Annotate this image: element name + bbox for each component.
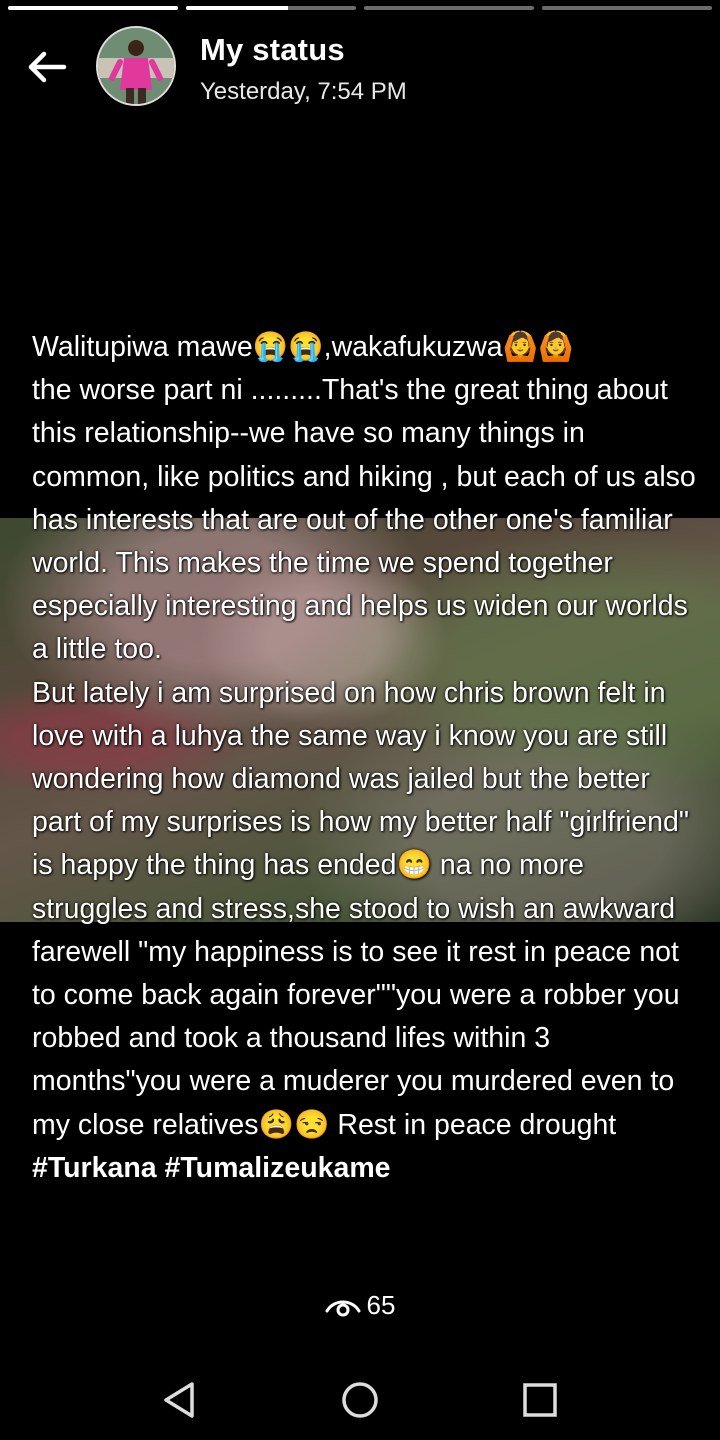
nav-back-button[interactable] xyxy=(158,1378,202,1422)
nav-recents-button[interactable] xyxy=(518,1378,562,1422)
eye-icon xyxy=(325,1300,361,1317)
progress-fill xyxy=(8,6,178,10)
person-photo xyxy=(98,28,174,104)
caption-hashtags[interactable]: #Turkana #Tumalizeukame xyxy=(32,1152,391,1184)
progress-segment xyxy=(8,6,178,10)
progress-segment xyxy=(542,6,712,10)
back-button[interactable] xyxy=(24,44,70,90)
views-indicator[interactable]: 65 xyxy=(0,1290,720,1321)
progress-segment xyxy=(364,6,534,10)
nav-home-button[interactable] xyxy=(338,1378,382,1422)
status-header: My status Yesterday, 7:54 PM xyxy=(0,26,720,108)
status-progress-bar xyxy=(8,6,712,11)
caption-text: Walitupiwa mawe😭😭,wakafukuzwa🙆🙆 the wors… xyxy=(32,331,696,1141)
status-title: My status xyxy=(200,32,345,67)
status-timestamp: Yesterday, 7:54 PM xyxy=(200,78,407,105)
circle-home-icon xyxy=(342,1382,378,1418)
arrow-left-icon xyxy=(28,51,67,83)
progress-segment xyxy=(186,6,356,10)
square-recents-icon xyxy=(523,1383,557,1417)
status-caption: Walitupiwa mawe😭😭,wakafukuzwa🙆🙆 the wors… xyxy=(32,326,696,1190)
avatar[interactable] xyxy=(96,26,176,106)
system-navigation-bar xyxy=(0,1360,720,1440)
triangle-back-icon xyxy=(164,1382,194,1418)
progress-fill xyxy=(186,6,288,10)
views-count: 65 xyxy=(366,1290,396,1320)
